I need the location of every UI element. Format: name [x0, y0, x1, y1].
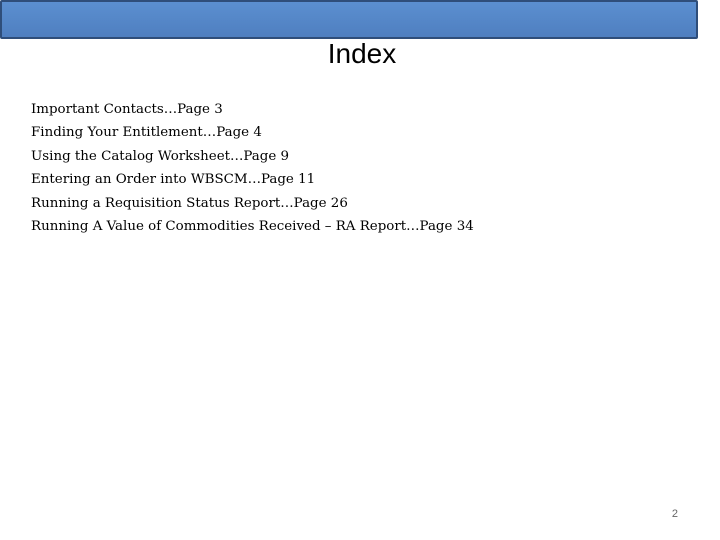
index-item-important-contacts: Important Contacts…Page 3: [31, 102, 223, 117]
index-list: Important Contacts…Page 3 Finding Your E…: [31, 98, 474, 238]
index-item-entering-order: Entering an Order into WBSCM…Page 11: [31, 172, 316, 188]
index-item-finding-entitlement: Finding Your Entitlement…Page 4: [31, 125, 262, 141]
index-item-catalog-worksheet: Using the Catalog Worksheet…Page 9: [31, 148, 290, 164]
header-bar: [0, 0, 698, 39]
index-item-requisition-report: Running a Requisition Status Report…Page…: [31, 195, 348, 211]
index-item-ra-report: Running A Value of Commodities Received …: [31, 219, 474, 235]
page-title: Index: [327, 38, 397, 69]
page-number: 2: [671, 508, 678, 520]
